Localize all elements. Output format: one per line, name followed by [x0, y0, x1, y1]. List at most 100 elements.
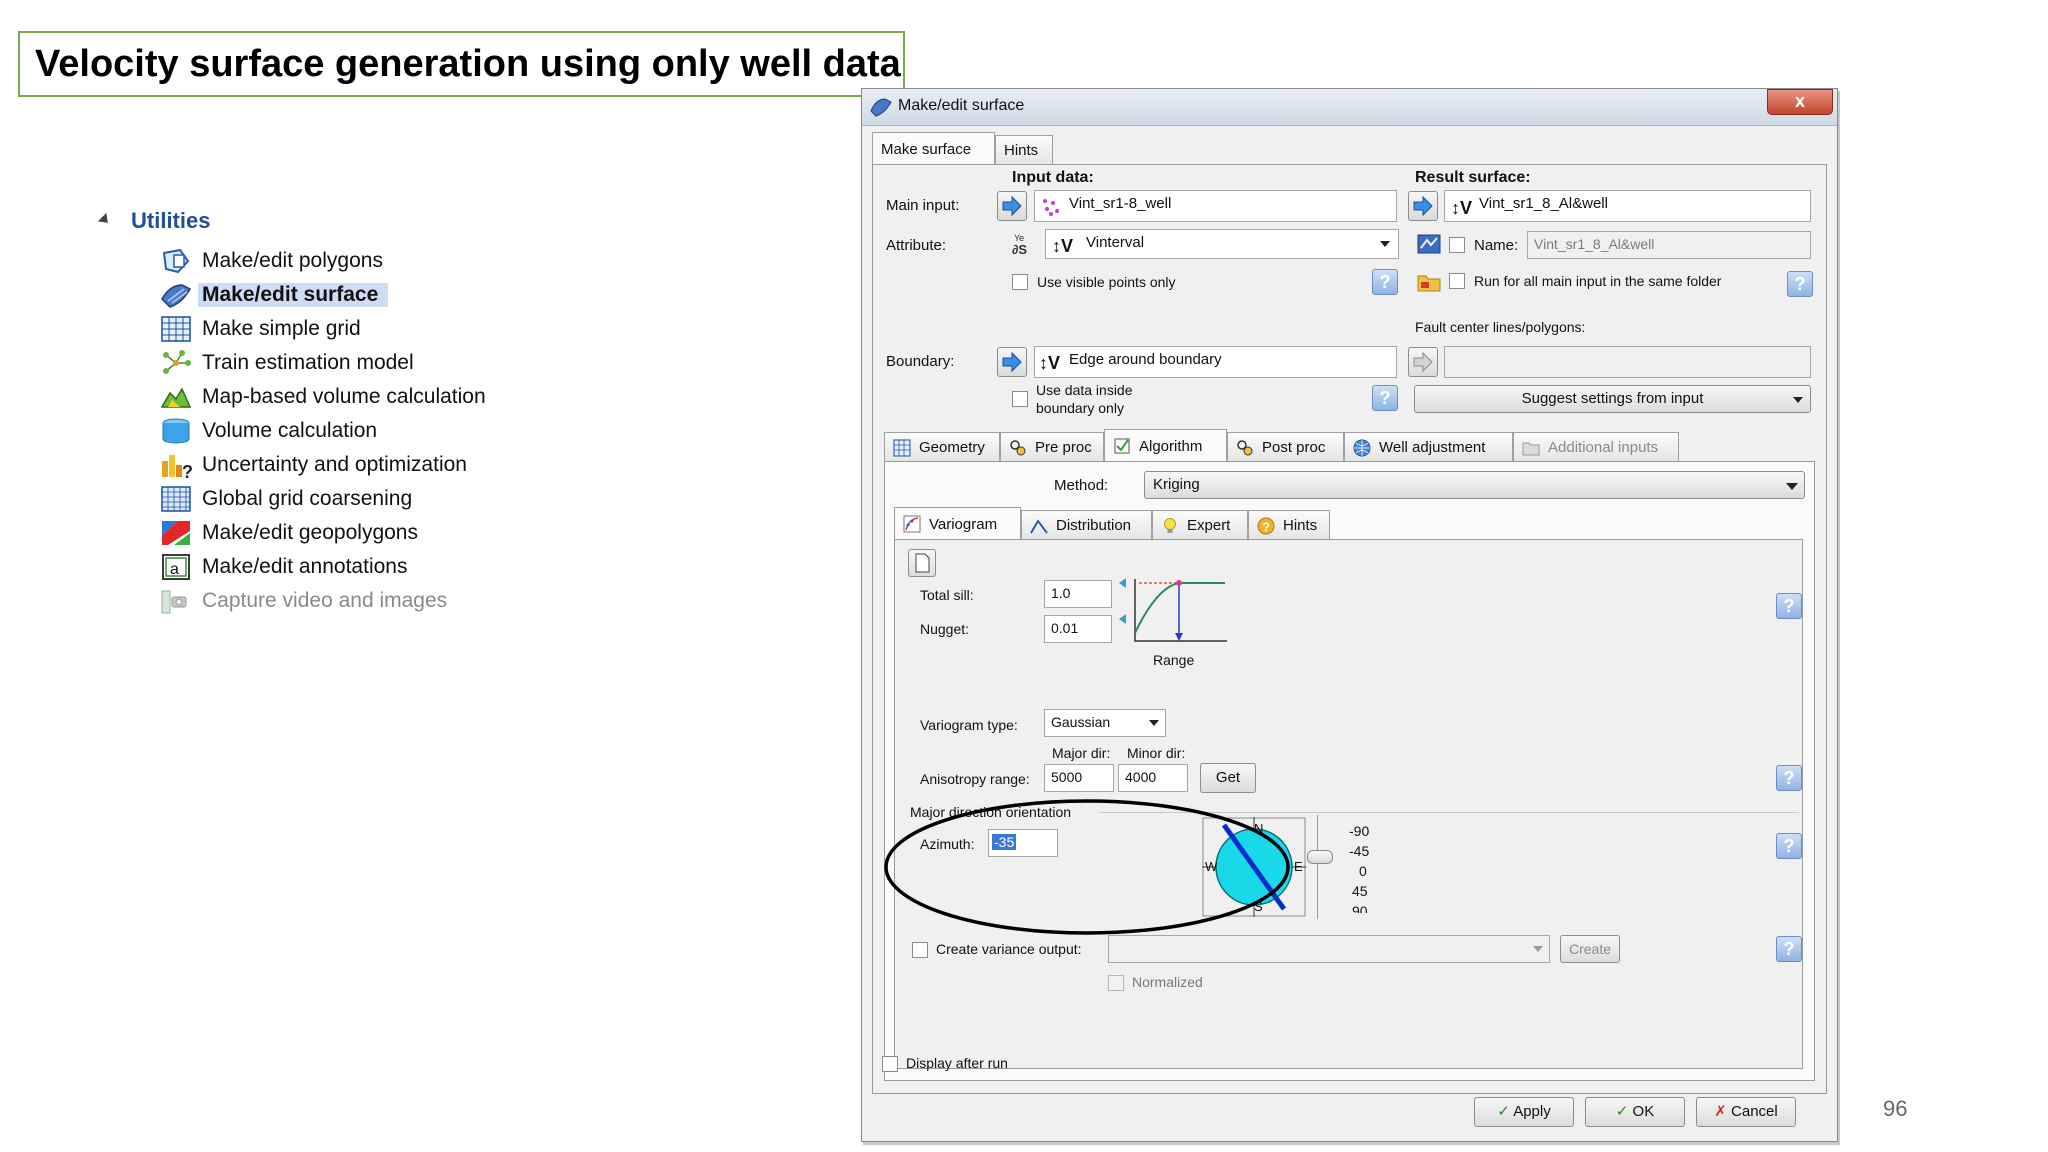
suggest-settings-dropdown[interactable]: Suggest settings from input: [1414, 385, 1811, 413]
dialog-titlebar[interactable]: Make/edit surface x: [862, 89, 1837, 126]
tree-collapse-arrow-icon[interactable]: [97, 212, 113, 228]
display-after-run-label: Display after run: [906, 1055, 1008, 1071]
tab-expert[interactable]: Expert: [1152, 510, 1248, 540]
close-button[interactable]: x: [1767, 89, 1833, 115]
svg-text:↕V: ↕V: [1451, 198, 1472, 218]
chevron-down-icon: [1786, 483, 1798, 490]
lightbulb-icon: [1161, 517, 1179, 535]
tree-item-label: Map-based volume calculation: [202, 385, 486, 408]
name-field[interactable]: Vint_sr1_8_Al&well: [1527, 231, 1811, 259]
tree-item-volume-calculation[interactable]: Volume calculation: [160, 416, 377, 446]
tab-make-surface[interactable]: Make surface: [872, 132, 995, 165]
boundary-field[interactable]: ↕V Edge around boundary: [1034, 346, 1397, 378]
tree-item-make-edit-surface[interactable]: Make/edit surface: [160, 280, 389, 310]
svg-text:∂S: ∂S: [1012, 242, 1027, 257]
apply-button[interactable]: ✓ Apply: [1474, 1097, 1574, 1127]
attribute-selector-icon[interactable]: Ye ∂S: [1010, 231, 1036, 262]
minor-dir-input[interactable]: 4000: [1118, 764, 1188, 792]
tab-pre-proc[interactable]: Pre proc: [1000, 432, 1104, 462]
folder-icon[interactable]: [1417, 271, 1441, 298]
svg-text:?: ?: [182, 462, 192, 479]
tree-item-label: Make/edit geopolygons: [202, 521, 418, 544]
ok-button[interactable]: ✓ OK: [1585, 1097, 1685, 1127]
azimuth-slider-thumb[interactable]: [1307, 850, 1333, 864]
create-variance-output-label: Create variance output:: [936, 941, 1082, 957]
tree-item-make-edit-geopolygons[interactable]: Make/edit geopolygons: [160, 518, 418, 548]
help-button[interactable]: ?: [1776, 936, 1802, 962]
tree-item-map-based-volume[interactable]: Map-based volume calculation: [160, 382, 486, 412]
tab-distribution[interactable]: Distribution: [1021, 510, 1152, 540]
method-dropdown[interactable]: Kriging: [1144, 471, 1805, 499]
run-for-all-checkbox[interactable]: [1449, 273, 1465, 289]
tree-item-label: Make simple grid: [202, 317, 361, 340]
main-input-value: Vint_sr1-8_well: [1069, 195, 1172, 212]
svg-text:↕V: ↕V: [1052, 236, 1073, 256]
nugget-input[interactable]: 0.01: [1044, 615, 1112, 643]
tab-additional-inputs[interactable]: Additional inputs: [1513, 432, 1679, 462]
make-edit-surface-dialog: Make/edit surface x Make surface Hints I…: [861, 88, 1838, 1142]
tree-item-make-simple-grid[interactable]: Make simple grid: [160, 314, 361, 344]
blue-arrow-icon: [1413, 195, 1433, 217]
range-label: Range: [1153, 652, 1195, 668]
compass-east-label: E: [1294, 859, 1303, 874]
tab-post-proc[interactable]: Post proc: [1227, 432, 1344, 462]
cancel-button[interactable]: ✗ Cancel: [1696, 1097, 1796, 1127]
tab-hints[interactable]: Hints: [995, 135, 1053, 165]
use-visible-points-checkbox[interactable]: [1012, 274, 1028, 290]
result-surface-value: Vint_sr1_8_Al&well: [1479, 195, 1608, 212]
tree-item-make-edit-annotations[interactable]: a Make/edit annotations: [160, 552, 407, 582]
name-label: Name:: [1474, 237, 1519, 254]
tree-item-train-estimation-model[interactable]: Train estimation model: [160, 348, 414, 378]
create-button[interactable]: Create: [1560, 935, 1620, 963]
attribute-value: Vinterval: [1086, 234, 1145, 251]
variogram-type-dropdown[interactable]: Gaussian: [1044, 709, 1166, 737]
attribute-dropdown[interactable]: ↕V Vinterval: [1045, 229, 1399, 259]
anisotropy-range-label: Anisotropy range:: [920, 771, 1030, 787]
svg-text:↕V: ↕V: [1039, 353, 1060, 373]
chevron-down-icon: [1533, 946, 1543, 952]
grid-icon: [893, 439, 911, 457]
create-variance-output-checkbox[interactable]: [912, 942, 928, 958]
display-after-run-checkbox[interactable]: [882, 1056, 898, 1072]
fault-drop-button[interactable]: [1408, 347, 1438, 377]
main-input-field[interactable]: Vint_sr1-8_well: [1034, 190, 1397, 222]
boundary-drop-button[interactable]: [997, 347, 1027, 377]
cancel-button-label: Cancel: [1731, 1103, 1778, 1120]
suggest-settings-label: Suggest settings from input: [1521, 390, 1704, 407]
minor-dir-label: Minor dir:: [1127, 745, 1186, 761]
tree-item-uncertainty-optimization[interactable]: ? Uncertainty and optimization: [160, 450, 467, 482]
new-variogram-button[interactable]: [908, 549, 936, 577]
color-table-icon[interactable]: [1417, 234, 1441, 259]
tab-well-adjustment[interactable]: Well adjustment: [1344, 432, 1513, 462]
result-drop-button[interactable]: [1408, 191, 1438, 221]
help-button[interactable]: ?: [1372, 269, 1398, 295]
tab-hints-sub[interactable]: ? Hints: [1248, 510, 1330, 540]
variance-output-dropdown[interactable]: [1108, 935, 1550, 963]
result-surface-field[interactable]: ↕V Vint_sr1_8_Al&well: [1444, 190, 1811, 222]
total-sill-input[interactable]: 1.0: [1044, 580, 1112, 608]
main-input-drop-button[interactable]: [997, 191, 1027, 221]
help-button[interactable]: ?: [1776, 765, 1802, 791]
tree-item-make-edit-polygons[interactable]: Make/edit polygons: [160, 246, 383, 276]
azimuth-slider-track[interactable]: [1317, 815, 1318, 919]
tab-variogram[interactable]: Variogram: [894, 507, 1021, 540]
tree-item-capture-video[interactable]: Capture video and images: [160, 586, 447, 616]
major-dir-input[interactable]: 5000: [1044, 764, 1114, 792]
tab-algorithm[interactable]: Algorithm: [1104, 429, 1227, 462]
get-button[interactable]: Get: [1200, 763, 1256, 793]
run-for-all-label: Run for all main input in the same folde…: [1474, 273, 1722, 289]
tab-label: Distribution: [1056, 517, 1132, 534]
name-checkbox[interactable]: [1449, 237, 1465, 253]
tree-item-global-grid-coarsening[interactable]: Global grid coarsening: [160, 484, 412, 514]
use-data-inside-boundary-checkbox[interactable]: [1012, 391, 1028, 407]
help-button[interactable]: ?: [1372, 385, 1398, 411]
help-button[interactable]: ?: [1787, 271, 1813, 297]
fault-field[interactable]: [1444, 346, 1811, 378]
help-button[interactable]: ?: [1776, 833, 1802, 859]
help-button[interactable]: ?: [1776, 593, 1802, 619]
tab-geometry[interactable]: Geometry: [884, 432, 1000, 462]
normalized-checkbox[interactable]: [1108, 975, 1124, 991]
help-icon: ?: [1379, 272, 1391, 292]
normalized-label: Normalized: [1132, 974, 1203, 990]
tree-root-utilities[interactable]: Utilities: [131, 208, 210, 234]
